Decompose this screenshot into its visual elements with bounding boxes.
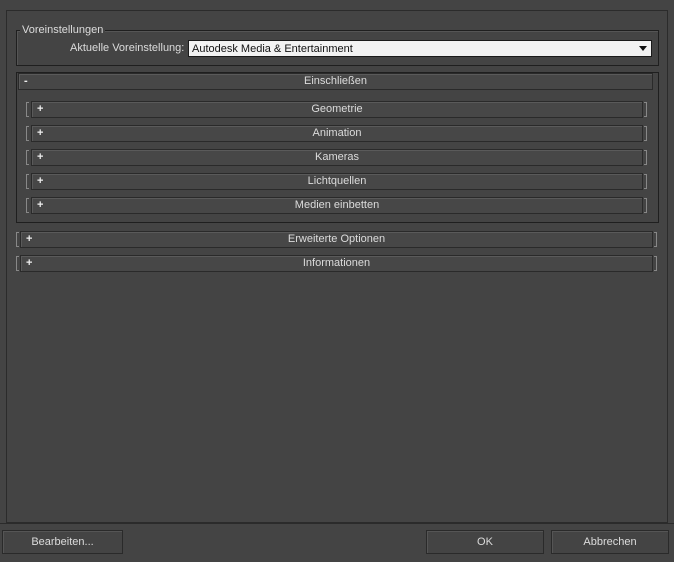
rollout-bracket-right <box>644 150 647 165</box>
expand-icon: + <box>26 233 33 245</box>
footer-separator <box>0 523 674 524</box>
expand-icon: + <box>37 103 44 115</box>
cancel-button[interactable]: Abbrechen <box>551 530 669 554</box>
ok-button[interactable]: OK <box>426 530 544 554</box>
rollout-embed-media[interactable]: + Medien einbetten <box>31 197 643 214</box>
rollout-bracket-left <box>26 102 29 117</box>
expand-icon: + <box>37 151 44 163</box>
rollout-bracket-right <box>644 126 647 141</box>
rollout-lights-label: Lichtquellen <box>307 175 367 187</box>
rollout-bracket-left <box>16 256 19 271</box>
rollout-geometry[interactable]: + Geometrie <box>31 101 643 118</box>
preset-dropdown-value: Autodesk Media & Entertainment <box>192 43 353 55</box>
rollout-information[interactable]: + Informationen <box>20 255 653 272</box>
rollout-bracket-left <box>26 174 29 189</box>
edit-button[interactable]: Bearbeiten... <box>2 530 123 554</box>
rollout-bracket-left <box>26 198 29 213</box>
rollout-bracket-right <box>644 174 647 189</box>
rollout-animation[interactable]: + Animation <box>31 125 643 142</box>
rollout-embed-media-label: Medien einbetten <box>294 199 380 211</box>
presets-legend: Voreinstellungen <box>20 24 106 36</box>
rollout-advanced-options[interactable]: + Erweiterte Optionen <box>20 231 653 248</box>
collapse-icon: - <box>24 75 28 87</box>
rollout-bracket-right <box>654 232 657 247</box>
expand-icon: + <box>37 175 44 187</box>
current-preset-label: Aktuelle Voreinstellung: <box>70 42 185 54</box>
rollout-advanced-options-label: Erweiterte Optionen <box>287 233 386 245</box>
chevron-down-icon[interactable] <box>639 46 647 51</box>
preset-dropdown[interactable]: Autodesk Media & Entertainment <box>188 40 652 57</box>
rollout-information-label: Informationen <box>302 257 371 269</box>
rollout-cameras-label: Kameras <box>314 151 360 163</box>
rollout-bracket-right <box>644 198 647 213</box>
rollout-animation-label: Animation <box>312 127 362 139</box>
rollout-bracket-right <box>654 256 657 271</box>
rollout-lights[interactable]: + Lichtquellen <box>31 173 643 190</box>
rollout-geometry-label: Geometrie <box>311 103 363 115</box>
rollout-include[interactable]: - Einschließen <box>18 73 653 90</box>
expand-icon: + <box>37 199 44 211</box>
rollout-bracket-left <box>16 232 19 247</box>
rollout-cameras[interactable]: + Kameras <box>31 149 643 166</box>
rollout-bracket-left <box>26 126 29 141</box>
rollout-bracket-left <box>26 150 29 165</box>
expand-icon: + <box>26 257 33 269</box>
expand-icon: + <box>37 127 44 139</box>
rollout-bracket-right <box>644 102 647 117</box>
rollout-include-label: Einschließen <box>304 75 367 87</box>
